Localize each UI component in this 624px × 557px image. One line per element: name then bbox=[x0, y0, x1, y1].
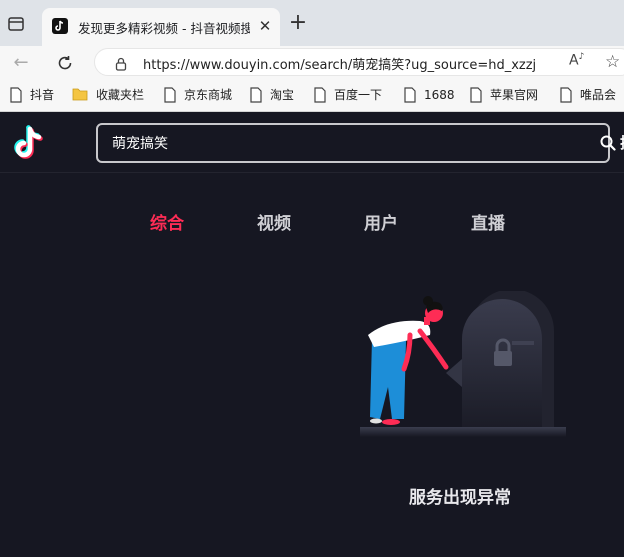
douyin-page: 搜索 综合 视频 用户 直播 bbox=[0, 113, 624, 557]
browser-tab[interactable]: 发现更多精彩视频 - 抖音视频搜索 ✕ bbox=[42, 8, 280, 46]
error-illustration bbox=[358, 289, 568, 455]
page-icon bbox=[404, 87, 416, 106]
page-icon bbox=[10, 87, 22, 106]
url-field[interactable]: https://www.douyin.com/search/萌宠搞笑?ug_so… bbox=[94, 48, 624, 76]
search-input[interactable] bbox=[110, 132, 530, 154]
page-icon bbox=[250, 87, 262, 106]
tab-users[interactable]: 用户 bbox=[364, 209, 398, 234]
page-icon bbox=[164, 87, 176, 106]
tab-live[interactable]: 直播 bbox=[471, 209, 505, 234]
lock-icon[interactable] bbox=[115, 56, 127, 75]
tab-comprehensive[interactable]: 综合 bbox=[150, 209, 184, 234]
page-icon bbox=[470, 87, 482, 106]
page-icon bbox=[560, 87, 572, 106]
folder-icon bbox=[72, 87, 88, 104]
search-box: 搜索 bbox=[96, 123, 624, 163]
add-favorite-icon[interactable]: ☆ bbox=[605, 52, 620, 72]
back-icon[interactable]: ← bbox=[10, 52, 32, 74]
browser-tab-bar: 发现更多精彩视频 - 抖音视频搜索 ✕ + bbox=[0, 0, 624, 46]
douyin-favicon-icon bbox=[52, 18, 68, 34]
douyin-logo-icon[interactable] bbox=[14, 125, 48, 165]
tab-actions-icon[interactable] bbox=[6, 14, 26, 34]
page-icon bbox=[314, 87, 326, 106]
new-tab-icon[interactable]: + bbox=[287, 12, 309, 35]
refresh-icon[interactable] bbox=[54, 52, 76, 74]
read-aloud-icon[interactable]: A♪ bbox=[569, 52, 584, 69]
site-header: 搜索 bbox=[0, 113, 624, 173]
bookmarks-bar: 抖音 收藏夹栏 京东商城 淘宝 百度一下 1688 苹果官网 唯品会 bbox=[0, 78, 624, 112]
error-message: 服务出现异常 bbox=[409, 488, 511, 508]
tab-videos[interactable]: 视频 bbox=[257, 209, 291, 234]
url-text: https://www.douyin.com/search/萌宠搞笑?ug_so… bbox=[143, 58, 537, 73]
search-icon bbox=[600, 135, 616, 151]
tab-title: 发现更多精彩视频 - 抖音视频搜索 bbox=[78, 21, 250, 36]
tab-close-icon[interactable]: ✕ bbox=[256, 17, 274, 35]
address-bar: ← https://www.douyin.com/search/萌宠搞笑?ug_… bbox=[0, 46, 624, 78]
